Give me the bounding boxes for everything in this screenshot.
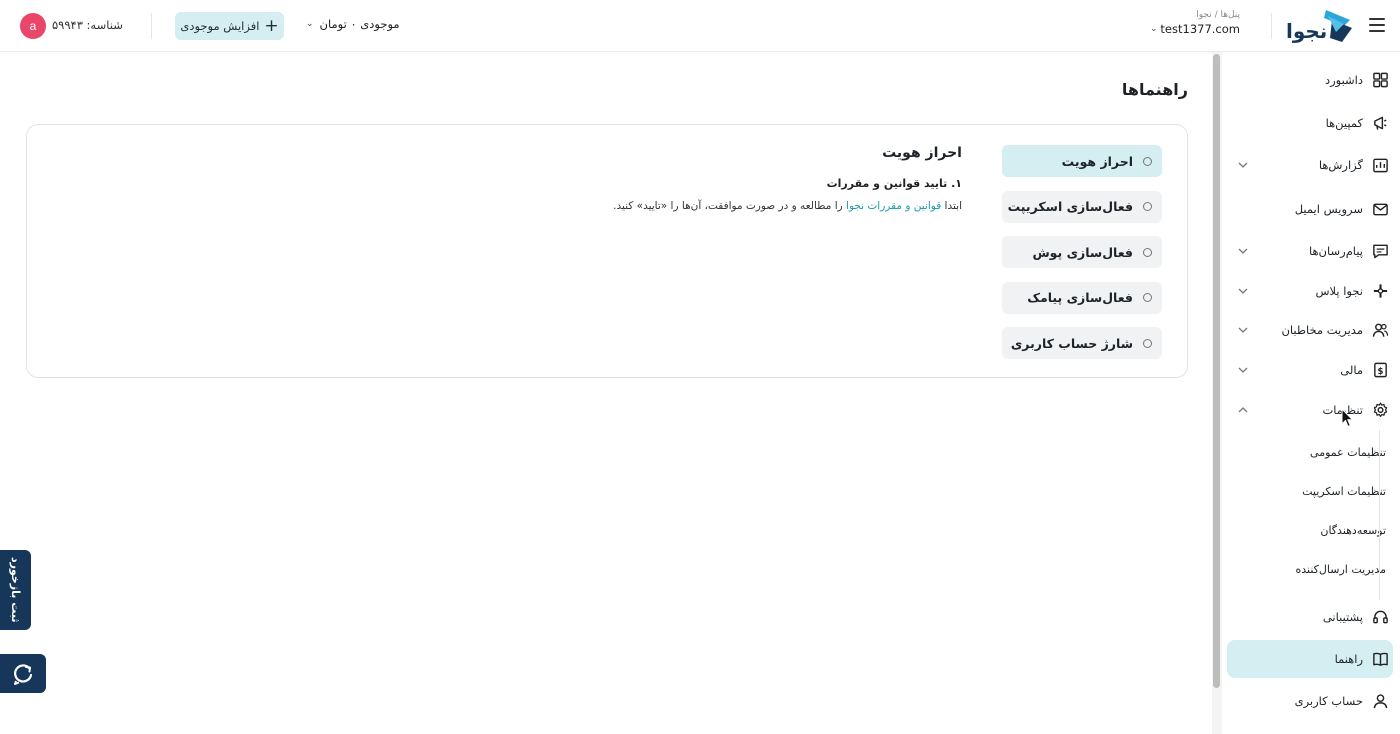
guide-text-after: را مطالعه و در صورت موافقت، آن‌ها را «تا… [613, 200, 847, 212]
plus-icon [1373, 284, 1388, 298]
logo-text: نجوا [1286, 19, 1328, 43]
sidebar-item-dashboard[interactable]: داشبورد [1227, 61, 1393, 99]
terms-link[interactable]: قوانین و مقررات نجوا [846, 200, 941, 212]
avatar[interactable]: a [20, 13, 46, 39]
radio-icon [1143, 202, 1152, 211]
sidebar-item-finance[interactable]: $ مالی [1227, 351, 1393, 389]
mail-icon [1373, 203, 1388, 216]
guide-item-label: شارژ حساب کاربری [1010, 335, 1133, 351]
sidebar-item-campaigns[interactable]: کمپین‌ها [1227, 104, 1393, 142]
chevron-down-icon: ⌄ [306, 19, 314, 29]
chat-icon [14, 663, 33, 685]
header-divider [1271, 13, 1272, 39]
chevron-down-icon [1238, 288, 1248, 294]
chevron-down-icon [1238, 367, 1248, 373]
sidebar-item-label: کمپین‌ها [1325, 116, 1363, 130]
radio-icon [1143, 156, 1152, 166]
messenger-icon [1373, 244, 1388, 259]
guide-content: احراز هویت ۱. تایید قوانین و مقررات ابتد… [262, 145, 962, 212]
sidebar-item-label: حساب کاربری [1294, 694, 1363, 708]
sidebar-item-messengers[interactable]: پیام‌رسان‌ها [1227, 232, 1393, 270]
sidebar-item-settings[interactable]: تنظیمات [1227, 391, 1393, 429]
chevron-down-icon [1238, 162, 1248, 168]
chevron-down-icon: ⌄ [1150, 24, 1158, 34]
sidebar-item-najva-plus[interactable]: نجوا پلاس [1227, 272, 1393, 310]
chevron-down-icon [1238, 248, 1248, 254]
gear-icon [1373, 402, 1388, 418]
radio-icon [1143, 338, 1152, 348]
sidebar-item-label: داشبورد [1324, 73, 1363, 87]
top-header: a شناسه: ۵۹۹۴۳ + افزایش موجودی ⌄ موجودی … [0, 0, 1400, 52]
guides-card: احراز هویت فعال‌سازی اسکریپت فعال‌سازی پ… [26, 124, 1188, 378]
sidebar-item-support[interactable]: پشتیبانی [1227, 598, 1393, 636]
chat-widget-button[interactable] [0, 654, 46, 693]
sidebar-item-label: راهنما [1334, 652, 1363, 666]
sidebar-item-label: گزارش‌ها [1318, 158, 1363, 172]
breadcrumb: پنل‌ها / نجوا [1196, 10, 1240, 20]
radio-icon [1143, 293, 1152, 302]
chevron-down-icon [1238, 327, 1248, 333]
user-icon [1373, 694, 1388, 709]
sidebar: داشبورد کمپین‌ها گزارش‌ها سرویس ایمیل پی… [1222, 52, 1400, 734]
page-title: راهنماها [1121, 80, 1188, 99]
brand-logo[interactable]: نجوا [1284, 8, 1356, 46]
sidebar-subitem-script-settings[interactable]: تنظیمات اسکریپت [1302, 485, 1386, 498]
plus-icon: + [264, 15, 279, 36]
scrollbar-thumb[interactable] [1213, 54, 1220, 688]
sidebar-subitem-developers[interactable]: توسعه‌دهندگان [1320, 524, 1386, 537]
guide-step-title: ۱. تایید قوانین و مقررات [826, 177, 962, 190]
balance-dropdown[interactable]: ⌄ موجودی ۰ تومان [306, 17, 400, 31]
guide-item-label: فعال‌سازی اسکریپت [1007, 199, 1133, 214]
svg-text:$: $ [1378, 367, 1384, 377]
feedback-tab[interactable]: ثبت بازخورد [0, 550, 31, 630]
sidebar-item-label: پشتیبانی [1322, 610, 1363, 624]
finance-icon: $ [1374, 362, 1387, 378]
guide-item-label: فعال‌سازی پوش [1032, 244, 1133, 260]
panel-domain: test1377.com [1160, 22, 1240, 36]
guide-content-title: احراز هویت [882, 145, 962, 161]
guide-item-label: فعال‌سازی پیامک [1027, 290, 1133, 305]
topup-button[interactable]: + افزایش موجودی [175, 12, 284, 40]
guide-step-text: ابتدا قوانین و مقررات نجوا را مطالعه و د… [262, 200, 962, 212]
sidebar-item-reports[interactable]: گزارش‌ها [1227, 146, 1393, 184]
feedback-label: ثبت بازخورد [9, 557, 22, 623]
guide-item-sms[interactable]: فعال‌سازی پیامک [1002, 281, 1162, 314]
guide-item-script[interactable]: فعال‌سازی اسکریپت [1002, 190, 1162, 223]
chevron-up-icon [1238, 407, 1248, 413]
header-divider [151, 13, 152, 39]
sidebar-item-contacts[interactable]: مدیریت مخاطبان [1227, 311, 1393, 349]
guide-list: احراز هویت فعال‌سازی اسکریپت فعال‌سازی پ… [1002, 145, 1162, 373]
radio-icon [1143, 247, 1152, 257]
sidebar-item-email[interactable]: سرویس ایمیل [1227, 190, 1393, 228]
sidebar-item-label: مدیریت مخاطبان [1281, 323, 1363, 337]
sidebar-subitem-sender-management[interactable]: مدیریت ارسال‌کننده [1296, 563, 1387, 576]
user-id-label: شناسه: ۵۹۹۴۳ [52, 18, 123, 32]
topup-label: افزایش موجودی [180, 19, 260, 33]
sidebar-item-label: مالی [1340, 363, 1363, 377]
megaphone-icon [1374, 116, 1387, 130]
sidebar-item-account[interactable]: حساب کاربری [1227, 682, 1393, 720]
dashboard-icon [1373, 72, 1388, 88]
balance-label: موجودی ۰ تومان [319, 17, 400, 31]
sidebar-item-label: نجوا پلاس [1315, 284, 1363, 298]
book-icon [1373, 652, 1388, 666]
sidebar-subitem-general-settings[interactable]: تنظیمات عمومی [1310, 446, 1386, 459]
guide-item-push[interactable]: فعال‌سازی پوش [1002, 236, 1162, 268]
sidebar-item-label: پیام‌رسان‌ها [1308, 244, 1363, 258]
guide-item-charge[interactable]: شارژ حساب کاربری [1002, 327, 1162, 359]
guide-text-before: ابتدا [941, 200, 962, 212]
mouse-cursor-icon [1341, 408, 1354, 428]
sidebar-item-label: سرویس ایمیل [1294, 202, 1363, 216]
users-icon [1372, 323, 1389, 337]
guide-item-label: احراز هویت [1061, 153, 1133, 169]
report-icon [1373, 158, 1388, 173]
panel-selector[interactable]: پنل‌ها / نجوا ⌄ test1377.com [1150, 10, 1240, 36]
submenu-divider [1379, 430, 1380, 600]
sidebar-item-guide[interactable]: راهنما [1227, 640, 1393, 678]
guide-item-identity[interactable]: احراز هویت [1002, 145, 1162, 177]
menu-icon[interactable] [1369, 18, 1385, 32]
headset-icon [1373, 610, 1388, 624]
